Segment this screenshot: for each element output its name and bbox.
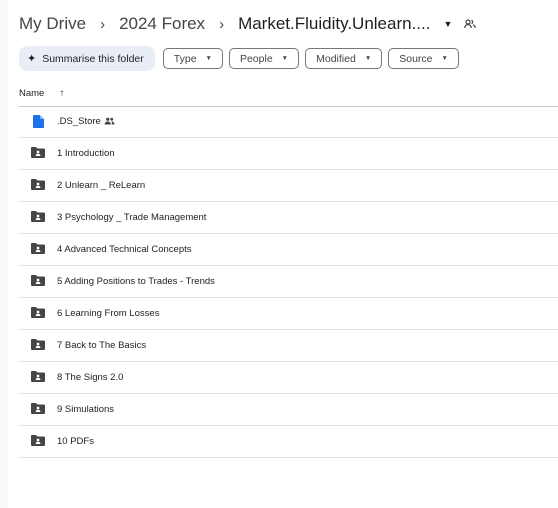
- breadcrumb-current-folder[interactable]: Market.Fluidity.Unlearn....: [238, 14, 430, 34]
- filter-source-chip[interactable]: Source ▼: [388, 48, 459, 69]
- filter-bar: ✦ Summarise this folder Type ▼ People ▼ …: [19, 46, 465, 71]
- chevron-down-icon: ▼: [364, 55, 372, 62]
- shared-folder-icon: [31, 403, 45, 416]
- chevron-down-icon: ▼: [441, 55, 448, 62]
- file-row[interactable]: 9 Simulations: [19, 394, 558, 426]
- shared-folder-icon: [31, 371, 45, 384]
- chevron-down-icon: ▼: [281, 55, 289, 62]
- filter-people-label: People: [239, 52, 273, 65]
- shared-people-icon: [464, 19, 477, 29]
- file-list-header: Name ↑: [19, 81, 558, 107]
- breadcrumb: My Drive › 2024 Forex › Market.Fluidity.…: [19, 12, 477, 36]
- file-row[interactable]: 1 Introduction: [19, 138, 558, 170]
- file-row[interactable]: 5 Adding Positions to Trades - Trends: [19, 266, 558, 298]
- file-row[interactable]: 3 Psychology _ Trade Management: [19, 202, 558, 234]
- sparkle-icon: ✦: [27, 53, 37, 65]
- file-name: 3 Psychology _ Trade Management: [57, 212, 207, 223]
- file-name: 1 Introduction: [57, 148, 115, 159]
- file-name: 9 Simulations: [57, 404, 115, 415]
- name-column-header[interactable]: Name: [19, 88, 44, 99]
- file-name: 5 Adding Positions to Trades - Trends: [57, 276, 215, 287]
- shared-folder-icon: [31, 243, 45, 256]
- filter-type-label: Type: [173, 52, 197, 65]
- breadcrumb-separator: ›: [100, 15, 106, 33]
- file-row[interactable]: 6 Learning From Losses: [19, 298, 558, 330]
- sort-ascending-icon[interactable]: ↑: [59, 88, 64, 99]
- chevron-down-icon: ▼: [205, 55, 212, 62]
- filter-people-chip[interactable]: People ▼: [228, 48, 300, 69]
- shared-folder-icon: [31, 147, 45, 160]
- file-name: 7 Back to The Basics: [57, 340, 147, 351]
- file-name: 8 The Signs 2.0: [57, 372, 124, 383]
- file-name: .DS_Store: [57, 116, 101, 127]
- file-name: 2 Unlearn _ ReLearn: [57, 180, 146, 191]
- summarise-label: Summarise this folder: [42, 52, 144, 65]
- file-row[interactable]: 2 Unlearn _ ReLearn: [19, 170, 558, 202]
- file-name: 10 PDFs: [57, 436, 94, 447]
- file-list: .DS_Store 1 Introduction 2 Unlearn _ ReLea…: [19, 106, 558, 458]
- summarise-folder-button[interactable]: ✦ Summarise this folder: [19, 46, 155, 71]
- filter-modified-chip[interactable]: Modified ▼: [305, 48, 383, 69]
- shared-folder-icon: [31, 179, 45, 192]
- shared-folder-icon: [31, 435, 45, 448]
- breadcrumb-my-drive[interactable]: My Drive: [19, 14, 86, 34]
- file-row[interactable]: 8 The Signs 2.0: [19, 362, 558, 394]
- file-name: 4 Advanced Technical Concepts: [57, 244, 192, 255]
- shared-icon: [104, 117, 115, 125]
- file-row[interactable]: .DS_Store: [19, 106, 558, 138]
- shared-folder-icon: [31, 307, 45, 320]
- shared-folder-icon: [31, 275, 45, 288]
- file-row[interactable]: 7 Back to The Basics: [19, 330, 558, 362]
- file-row[interactable]: 10 PDFs: [19, 426, 558, 458]
- file-icon: [33, 115, 47, 128]
- file-name: 6 Learning From Losses: [57, 308, 160, 319]
- shared-folder-icon: [31, 339, 45, 352]
- filter-modified-label: Modified: [316, 52, 356, 65]
- filter-type-chip[interactable]: Type ▼: [162, 48, 223, 69]
- file-row[interactable]: 4 Advanced Technical Concepts: [19, 234, 558, 266]
- breadcrumb-2024-forex[interactable]: 2024 Forex: [119, 14, 205, 34]
- shared-folder-icon: [31, 211, 45, 224]
- filter-source-label: Source: [399, 52, 433, 65]
- sidebar-edge: [0, 0, 8, 508]
- folder-menu-dropdown-icon[interactable]: ▼: [443, 19, 452, 29]
- breadcrumb-separator: ›: [219, 15, 225, 33]
